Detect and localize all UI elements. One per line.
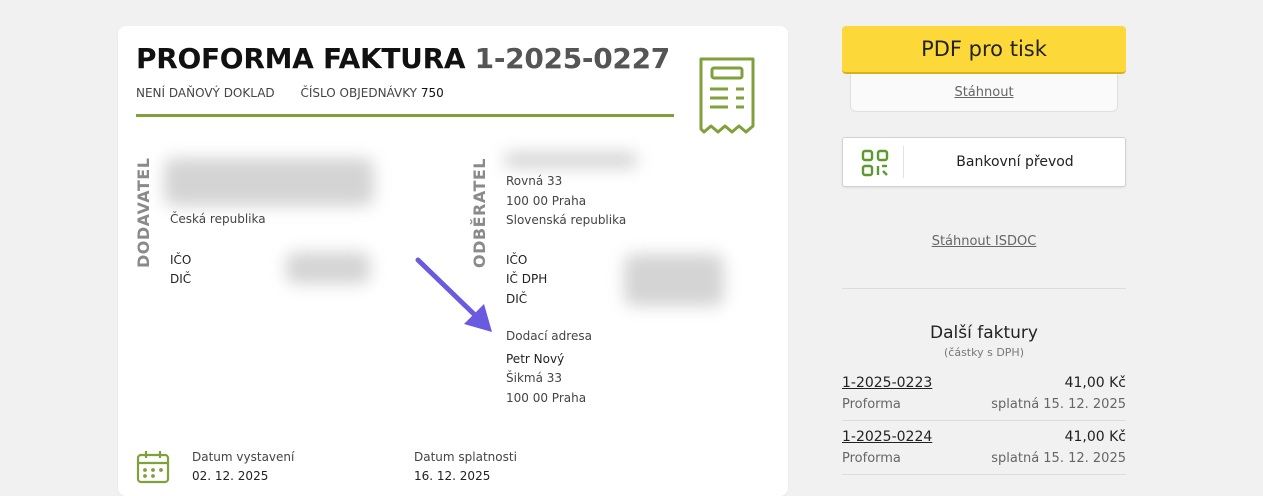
other-invoices-subtitle: (částky s DPH) <box>943 346 1024 359</box>
customer-icdph-label: IČ DPH <box>506 272 548 286</box>
customer-dic-label: DIČ <box>506 292 528 306</box>
invoice-amount: 41,00 Kč <box>1064 375 1126 391</box>
list-item: 1-2025-0223 41,00 Kč Proforma splatná 15… <box>842 375 1126 419</box>
not-tax-doc-label: NENÍ DAŇOVÝ DOKLAD <box>136 86 275 100</box>
pdf-print-button[interactable]: PDF pro tisk <box>842 26 1126 74</box>
invoice-number: 1-2025-0227 <box>474 42 671 75</box>
customer-city: 100 00 Praha <box>506 194 587 208</box>
isdoc-container: Stáhnout ISDOC <box>842 230 1126 249</box>
customer-ids-redacted <box>624 254 724 306</box>
due-date-value: 16. 12. 2025 <box>414 469 491 483</box>
other-invoices-title: Další faktury <box>930 323 1038 343</box>
bank-transfer-label: Bankovní převod <box>956 154 1074 170</box>
delivery-address-label: Dodací adresa <box>506 329 592 343</box>
delivery-street: Šikmá 33 <box>506 371 563 385</box>
invoice-amount: 41,00 Kč <box>1064 429 1126 445</box>
header-divider <box>136 114 674 117</box>
delivery-city: 100 00 Praha <box>506 391 587 405</box>
issue-date-value: 02. 12. 2025 <box>192 469 269 483</box>
order-number-label: ČÍSLO OBJEDNÁVKY <box>300 86 417 100</box>
invoice-card: PROFORMA FAKTURA 1-2025-0227 NENÍ DAŇOVÝ… <box>118 26 788 496</box>
bank-button-separator <box>903 146 904 178</box>
calendar-icon <box>136 451 170 484</box>
invoice-due: splatná 15. 12. 2025 <box>991 397 1126 412</box>
download-link[interactable]: Stáhnout <box>954 85 1013 100</box>
invoice-subline: NENÍ DAŇOVÝ DOKLAD ČÍSLO OBJEDNÁVKY 750 <box>136 86 444 100</box>
order-number-value: 750 <box>420 86 444 100</box>
supplier-heading: DODAVATEL <box>134 157 153 268</box>
invoice-due: splatná 15. 12. 2025 <box>991 451 1126 466</box>
supplier-dic-label: DIČ <box>170 272 192 286</box>
list-divider <box>842 474 1126 475</box>
invoice-type: Proforma <box>842 397 901 412</box>
invoice-link[interactable]: 1-2025-0224 <box>842 429 932 445</box>
sidebar-divider <box>842 288 1126 289</box>
issue-date-label: Datum vystavení <box>192 450 295 464</box>
download-panel: Stáhnout <box>850 74 1118 112</box>
customer-name-redacted <box>504 152 638 168</box>
delivery-name: Petr Nový <box>506 352 565 366</box>
qr-code-icon <box>861 149 889 177</box>
invoice-type: Proforma <box>842 451 901 466</box>
customer-country: Slovenská republika <box>506 213 627 227</box>
due-date-label: Datum splatnosti <box>414 450 517 464</box>
page-title: PROFORMA FAKTURA 1-2025-0227 <box>136 42 670 75</box>
title-prefix: PROFORMA FAKTURA <box>136 42 466 75</box>
supplier-name-redacted <box>164 158 374 206</box>
bank-transfer-button[interactable]: Bankovní převod <box>842 137 1126 187</box>
annotation-arrow-icon <box>415 257 492 332</box>
receipt-icon <box>699 57 755 134</box>
list-item: 1-2025-0224 41,00 Kč Proforma splatná 15… <box>842 429 1126 473</box>
customer-ico-label: IČO <box>506 253 528 267</box>
list-divider <box>842 420 1126 421</box>
customer-street: Rovná 33 <box>506 174 563 188</box>
supplier-country: Česká republika <box>170 212 266 226</box>
invoice-link[interactable]: 1-2025-0223 <box>842 375 932 391</box>
download-isdoc-link[interactable]: Stáhnout ISDOC <box>932 234 1037 249</box>
supplier-ids-redacted <box>286 252 370 284</box>
supplier-ico-label: IČO <box>170 253 192 267</box>
